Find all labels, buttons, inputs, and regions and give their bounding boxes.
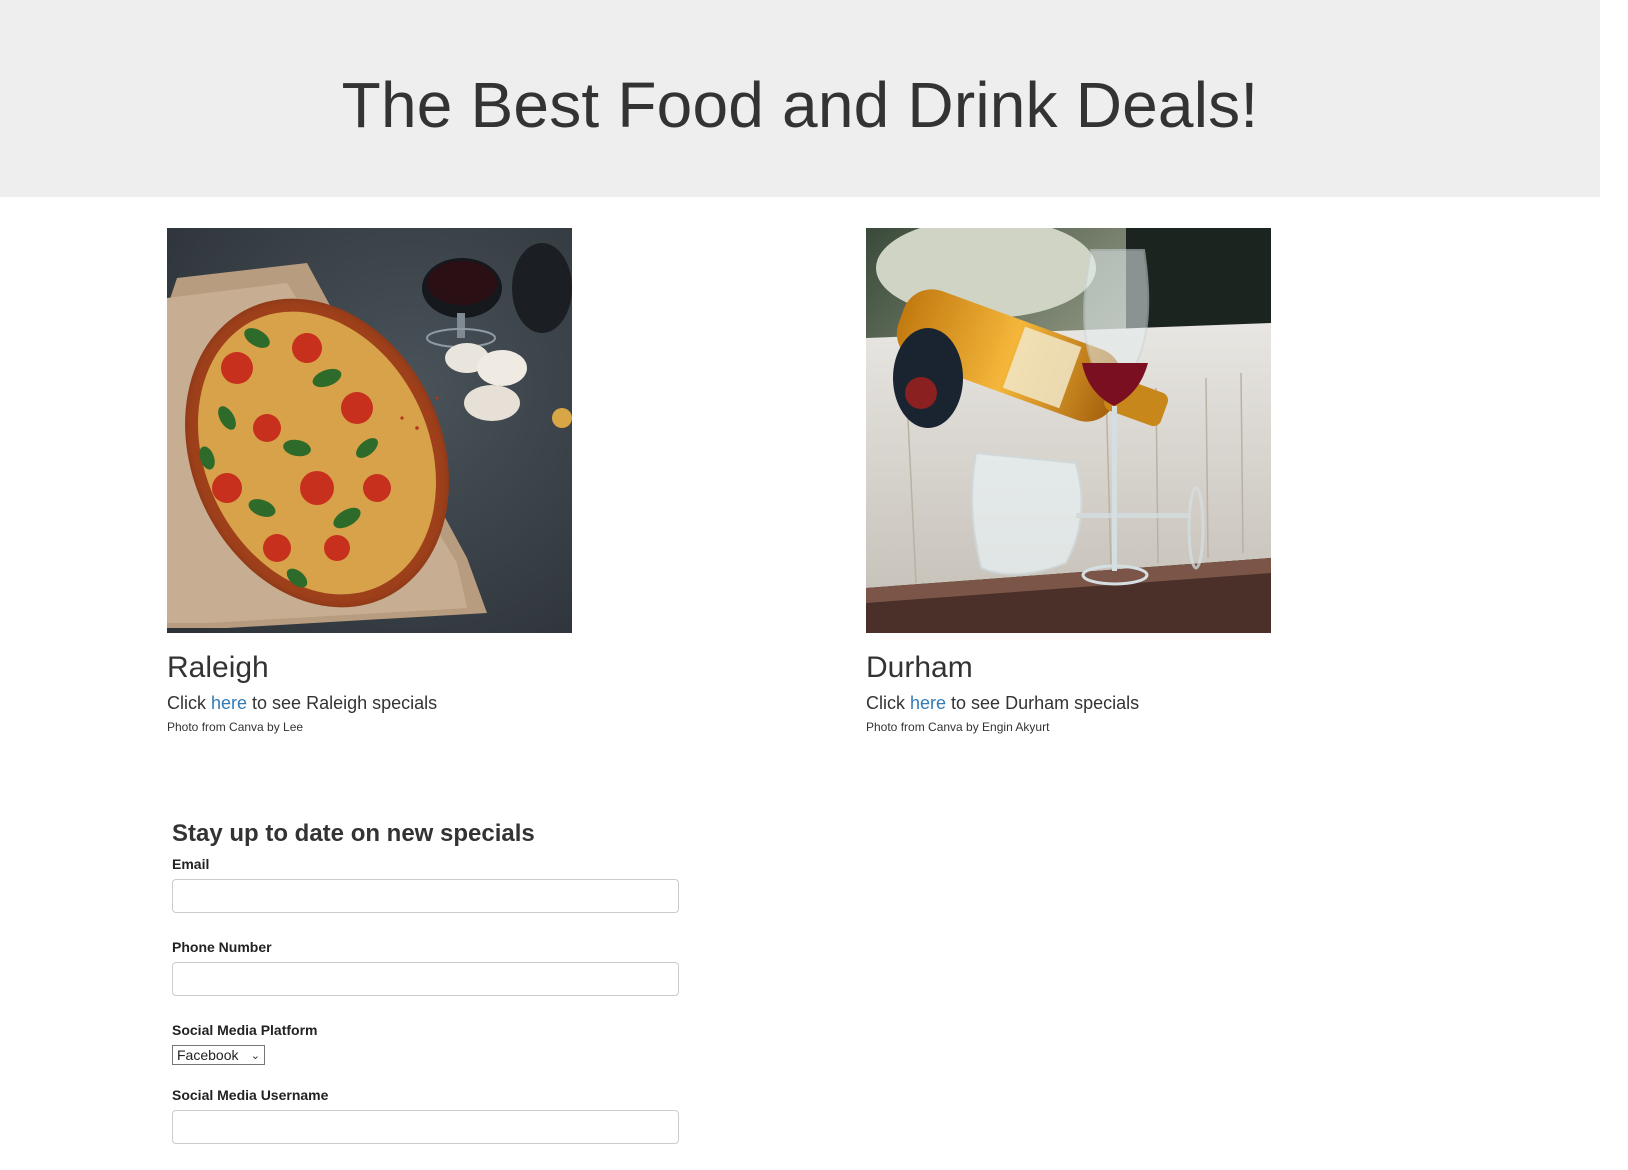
platform-select[interactable]: Facebook ⌄ [172,1045,265,1065]
email-label: Email [172,856,210,872]
username-label: Social Media Username [172,1087,329,1103]
photo-credit: Photo from Canva by Lee [167,720,304,734]
link-suffix: to see Raleigh specials [247,693,438,713]
durham-specials-link[interactable]: here [910,693,946,713]
city-name: Raleigh [167,651,269,684]
hero-banner: The Best Food and Drink Deals! [0,0,1600,197]
username-field[interactable] [172,1110,679,1144]
link-prefix: Click [167,693,211,713]
raleigh-specials-link[interactable]: here [211,693,247,713]
platform-selected-value: Facebook [177,1047,239,1063]
specials-link-line: Click here to see Durham specials [866,691,1286,715]
city-name: Durham [866,651,973,684]
link-prefix: Click [866,693,910,713]
specials-link-line: Click here to see Raleigh specials [167,691,587,715]
phone-group: Phone Number [172,939,682,996]
signup-heading: Stay up to date on new specials [172,820,535,847]
email-group: Email [172,856,682,913]
link-suffix: to see Durham specials [946,693,1140,713]
city-card-durham: Durham Click here to see Durham specials… [866,228,1286,735]
city-card-raleigh: Raleigh Click here to see Raleigh specia… [167,228,587,735]
phone-label: Phone Number [172,939,272,955]
platform-group: Social Media Platform Facebook ⌄ [172,1022,682,1065]
wine-photo [866,228,1271,633]
phone-field[interactable] [172,962,679,996]
pizza-photo [167,228,572,633]
username-group: Social Media Username [172,1087,682,1144]
platform-label: Social Media Platform [172,1022,318,1038]
photo-credit: Photo from Canva by Engin Akyurt [866,720,1050,734]
page-title: The Best Food and Drink Deals! [341,68,1259,141]
chevron-down-icon: ⌄ [250,1049,260,1062]
signup-form: Stay up to date on new specials Email Ph… [172,820,682,1170]
email-field[interactable] [172,879,679,913]
